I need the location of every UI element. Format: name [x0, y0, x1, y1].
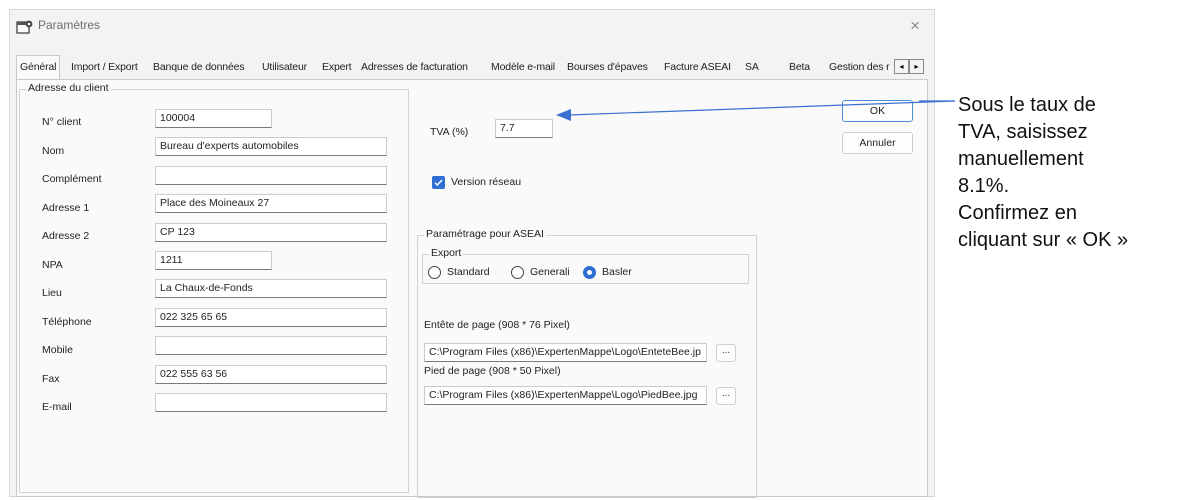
- annotation-line: TVA, saisissez: [958, 121, 1088, 143]
- annotation-line: Sous le taux de: [958, 94, 1096, 116]
- annotation-line: Confirmez en: [958, 202, 1077, 224]
- tva-pointer-line: [568, 100, 956, 116]
- annotation-line: 8.1%.: [958, 175, 1010, 197]
- instruction-annotation: Sous le taux de TVA, saisissez manuellem…: [958, 92, 1180, 254]
- tva-pointer-arrowhead: [556, 109, 571, 121]
- annotation-line: manuellement: [958, 148, 1084, 170]
- annotation-line: cliquant sur « OK »: [958, 229, 1129, 251]
